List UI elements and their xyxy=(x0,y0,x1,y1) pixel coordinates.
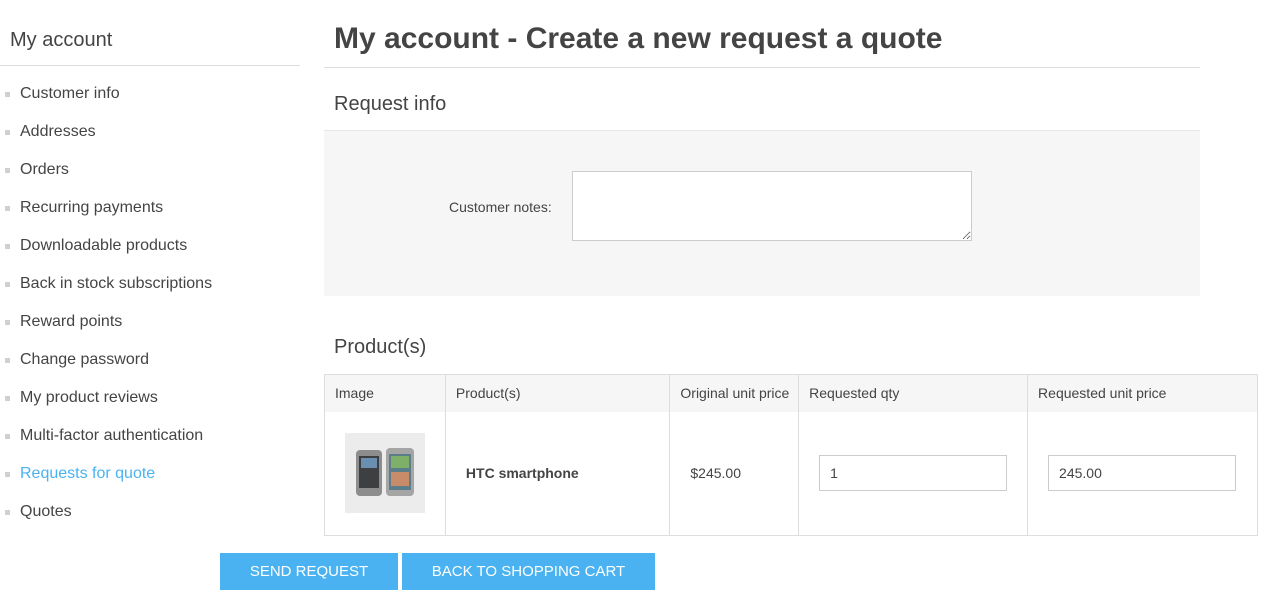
product-image-cell xyxy=(324,411,446,536)
sidebar-item-label: My product reviews xyxy=(20,389,158,406)
product-name[interactable]: HTC smartphone xyxy=(456,465,579,481)
customer-notes-input[interactable] xyxy=(572,171,972,241)
bullet-icon xyxy=(5,472,10,477)
bullet-icon xyxy=(5,206,10,211)
sidebar-item-addresses[interactable]: Addresses xyxy=(0,113,300,151)
main-content: My account - Create a new request a quot… xyxy=(324,0,1264,536)
bullet-icon xyxy=(5,92,10,97)
original-unit-price: $245.00 xyxy=(690,465,741,482)
page-title: My account - Create a new request a quot… xyxy=(324,0,1200,68)
bullet-icon xyxy=(5,130,10,135)
sidebar-item-label: Recurring payments xyxy=(20,199,164,216)
page: My account Customer info Addresses Order… xyxy=(0,0,1264,594)
bullet-icon xyxy=(5,244,10,249)
bullet-icon xyxy=(5,282,10,287)
bullet-icon xyxy=(5,358,10,363)
request-info-heading: Request info xyxy=(324,68,1200,131)
requested-price-cell xyxy=(1027,411,1258,536)
column-header-original-price: Original unit price xyxy=(669,374,800,412)
column-header-image: Image xyxy=(324,374,446,412)
products-table: Image Product(s) Original unit price Req… xyxy=(324,374,1258,536)
sidebar-item-orders[interactable]: Orders xyxy=(0,151,300,189)
send-request-button[interactable]: SEND REQUEST xyxy=(220,553,398,590)
bullet-icon xyxy=(5,510,10,515)
sidebar-item-label: Orders xyxy=(20,161,69,178)
sidebar-title: My account xyxy=(0,0,300,66)
sidebar-item-reward-points[interactable]: Reward points xyxy=(0,303,300,341)
requested-qty-input[interactable] xyxy=(819,455,1008,492)
bullet-icon xyxy=(5,320,10,325)
sidebar-item-label: Downloadable products xyxy=(20,237,188,254)
product-name-cell: HTC smartphone xyxy=(444,411,671,536)
sidebar-item-label: Customer info xyxy=(20,85,120,102)
sidebar-item-downloadable-products[interactable]: Downloadable products xyxy=(0,227,300,265)
sidebar-item-change-password[interactable]: Change password xyxy=(0,341,300,379)
sidebar-item-label: Back in stock subscriptions xyxy=(20,275,213,292)
bullet-icon xyxy=(5,434,10,439)
bullet-icon xyxy=(5,396,10,401)
sidebar-item-quotes[interactable]: Quotes xyxy=(0,493,300,531)
back-to-cart-button[interactable]: BACK TO SHOPPING CART xyxy=(402,553,655,590)
sidebar-item-back-in-stock[interactable]: Back in stock subscriptions xyxy=(0,265,300,303)
requested-qty-cell xyxy=(798,411,1029,536)
sidebar-nav: Customer info Addresses Orders Recurring… xyxy=(0,66,300,531)
sidebar-item-label: Requests for quote xyxy=(20,465,156,482)
sidebar-item-product-reviews[interactable]: My product reviews xyxy=(0,379,300,417)
sidebar-item-label: Reward points xyxy=(20,313,123,330)
sidebar-item-requests-for-quote[interactable]: Requests for quote xyxy=(0,455,300,493)
sidebar-item-recurring-payments[interactable]: Recurring payments xyxy=(0,189,300,227)
form-buttons: SEND REQUEST BACK TO SHOPPING CART xyxy=(220,553,655,590)
customer-notes-label: Customer notes: xyxy=(449,199,552,215)
sidebar-item-label: Addresses xyxy=(20,123,96,140)
column-header-product: Product(s) xyxy=(444,374,671,412)
original-price-cell: $245.00 xyxy=(669,411,800,536)
sidebar-item-multi-factor-auth[interactable]: Multi-factor authentication xyxy=(0,417,300,455)
column-header-requested-qty: Requested qty xyxy=(798,374,1029,412)
requested-unit-price-input[interactable] xyxy=(1048,455,1237,492)
products-heading: Product(s) xyxy=(334,336,427,358)
request-info-panel: Customer notes: xyxy=(324,131,1200,296)
sidebar-item-customer-info[interactable]: Customer info xyxy=(0,75,300,113)
account-sidebar: My account Customer info Addresses Order… xyxy=(0,0,300,531)
table-row: HTC smartphone $245.00 xyxy=(324,411,1258,536)
sidebar-item-label: Change password xyxy=(20,351,149,368)
bullet-icon xyxy=(5,168,10,173)
sidebar-item-label: Quotes xyxy=(20,503,72,520)
smartphone-icon xyxy=(356,448,414,497)
column-header-requested-price: Requested unit price xyxy=(1027,374,1258,412)
sidebar-item-label: Multi-factor authentication xyxy=(20,427,204,444)
smartphone-image[interactable] xyxy=(345,433,425,514)
table-header-row: Image Product(s) Original unit price Req… xyxy=(324,374,1258,412)
